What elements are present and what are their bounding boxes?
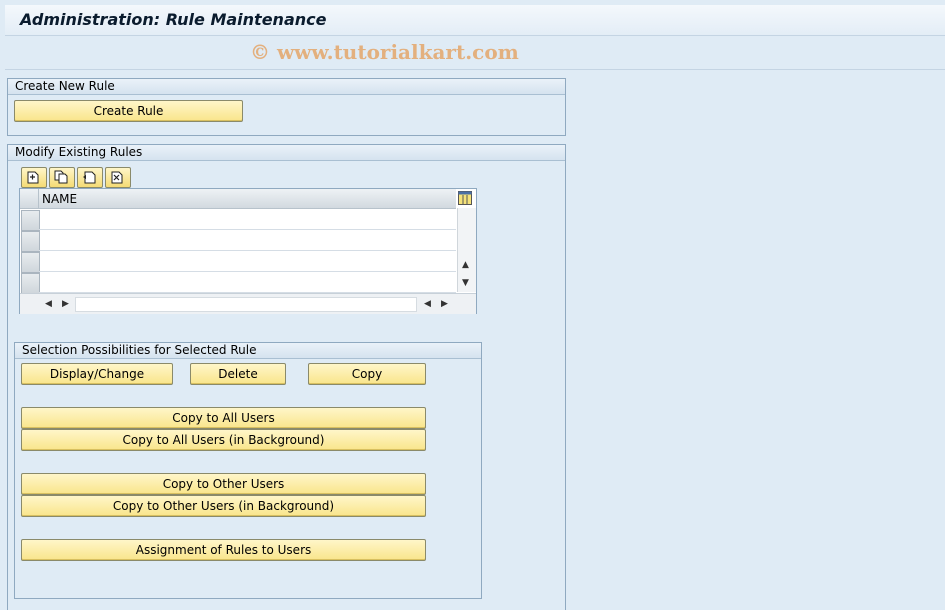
scroll-up-icon[interactable]: ▲ [462,260,469,270]
assignment-of-rules-button[interactable]: Assignment of Rules to Users [21,539,426,561]
scroll-track[interactable] [75,297,417,312]
copy-row-icon [54,170,68,184]
scroll-left-icon[interactable]: ◀ [424,299,431,309]
table-header: NAME [20,189,456,209]
display-change-button[interactable]: Display/Change [21,363,173,385]
create-row-icon [27,171,39,184]
title-bar: Administration: Rule Maintenance [5,5,945,36]
scroll-left-icon[interactable]: ◀ [45,299,52,309]
copy-to-other-users-button[interactable]: Copy to Other Users [21,473,426,495]
row-selector[interactable] [21,273,40,294]
create-rule-group: Create New Rule Create Rule [7,78,566,136]
delete-row-icon [111,171,123,184]
rules-table: NAME ▲ ▼ ◀ ▶ ◀ ▶ [19,188,477,314]
table-row[interactable] [39,271,456,272]
scroll-right-icon[interactable]: ▶ [441,299,448,309]
horizontal-scrollbar[interactable]: ◀ ▶ ◀ ▶ [20,293,476,314]
row-selector[interactable] [21,252,40,273]
table-row[interactable] [39,229,456,230]
insert-row-icon [83,171,96,184]
selection-group: Selection Possibilities for Selected Rul… [14,342,482,599]
vertical-scrollbar[interactable]: ▲ ▼ [457,208,476,292]
insert-row-button[interactable] [77,167,103,188]
scroll-right-icon[interactable]: ▶ [62,299,69,309]
application-toolbar: © www.tutorialkart.com [5,36,945,70]
watermark: © www.tutorialkart.com [250,40,519,64]
delete-row-button[interactable] [105,167,131,188]
copy-to-all-users-background-button[interactable]: Copy to All Users (in Background) [21,429,426,451]
create-row-button[interactable] [21,167,47,188]
selection-group-header: Selection Possibilities for Selected Rul… [15,343,481,359]
copy-to-all-users-button[interactable]: Copy to All Users [21,407,426,429]
row-selector[interactable] [21,231,40,252]
column-header-name[interactable]: NAME [42,192,77,206]
copy-button[interactable]: Copy [308,363,426,385]
create-rule-button[interactable]: Create Rule [14,100,243,122]
modify-rules-group: Modify Existing Rules NAME ▲ ▼ ◀ ▶ ◀ ▶ S… [7,144,566,610]
copy-row-button[interactable] [49,167,75,188]
select-all-column[interactable] [20,189,39,208]
table-settings-icon[interactable] [458,191,472,205]
page-title: Administration: Rule Maintenance [20,10,327,29]
create-rule-group-header: Create New Rule [8,79,565,95]
table-row[interactable] [39,250,456,251]
scroll-down-icon[interactable]: ▼ [462,278,469,288]
delete-button[interactable]: Delete [190,363,286,385]
modify-rules-group-header: Modify Existing Rules [8,145,565,161]
copy-to-other-users-background-button[interactable]: Copy to Other Users (in Background) [21,495,426,517]
row-selector[interactable] [21,210,40,231]
